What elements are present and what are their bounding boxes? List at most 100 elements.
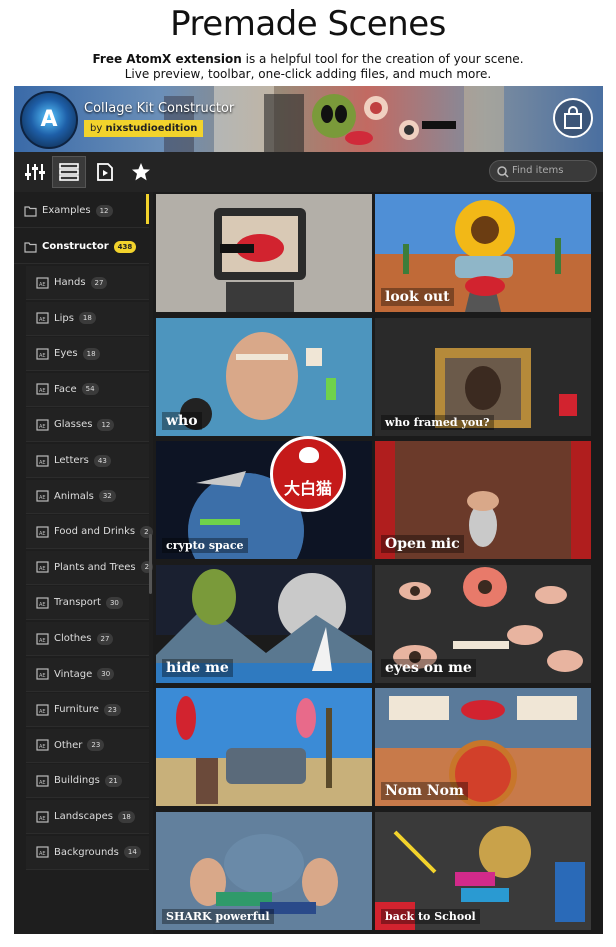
author-badge[interactable]: by nixstudioedition	[84, 120, 204, 137]
count-badge: 14	[123, 846, 141, 859]
sidebar-item-other[interactable]: AE Other 23	[26, 728, 149, 763]
shop-bag-button[interactable]	[553, 98, 593, 138]
sidebar-item-label: Landscapes	[54, 811, 113, 822]
list-view-icon	[59, 163, 79, 181]
scene-thumbnail-nom-nom-pizza[interactable]: Nom Nom	[375, 688, 591, 806]
watermark-stamp: 大白猫	[270, 436, 346, 512]
search-input[interactable]: Find items	[489, 160, 597, 182]
sidebar-item-label: Transport	[54, 597, 101, 609]
count-badge: 32	[98, 490, 116, 503]
sidebar-item-landscapes[interactable]: AE Landscapes 18	[26, 800, 149, 834]
scene-thumbnail-sunflower-car-road[interactable]: look out	[375, 194, 591, 312]
scene-thumbnail-open-mic[interactable]: Open mic	[375, 441, 591, 559]
svg-text:AE: AE	[39, 282, 46, 288]
banner-collage-image	[164, 86, 504, 152]
active-indicator	[146, 194, 149, 224]
sidebar-item-label: Examples	[42, 205, 91, 216]
ae-file-icon: AE	[36, 810, 49, 823]
logo-mark-icon: A	[40, 107, 58, 132]
sidebar-item-label: Glasses	[54, 419, 93, 431]
atomx-logo: A	[20, 91, 78, 149]
favorites-button[interactable]	[124, 156, 158, 188]
ae-file-icon: AE	[36, 739, 49, 751]
list-view-button[interactable]	[52, 156, 86, 188]
sidebar-item-hands[interactable]: AE Hands 27	[26, 266, 149, 300]
scene-caption: who	[162, 411, 202, 430]
svg-text:AE: AE	[39, 531, 46, 537]
scene-caption: SHARK powerful	[162, 908, 274, 924]
sidebar-item-clothes[interactable]: AE Clothes 27	[26, 622, 149, 656]
scene-thumbnail-letters-face-collage[interactable]: who	[156, 317, 372, 436]
ae-file-icon: AE	[36, 454, 49, 467]
folder-icon	[24, 205, 37, 217]
sidebar-item-transport[interactable]: AE Transport 30	[26, 586, 149, 621]
shopping-bag-icon	[564, 106, 582, 129]
sidebar-item-animals[interactable]: AE Animals 32	[26, 479, 149, 514]
sidebar-item-label: Letters	[54, 455, 89, 466]
sidebar-scrollbar[interactable]	[149, 534, 152, 594]
scene-caption: look out	[381, 288, 454, 306]
sidebar-item-label: Food and Drinks	[54, 526, 136, 538]
sidebar-item-label: Face	[54, 383, 77, 395]
sidebar-item-eyes[interactable]: AE Eyes 18	[26, 337, 149, 372]
scene-thumbnail-shark-powerful[interactable]: SHARK powerful	[156, 811, 372, 930]
scene-caption: Open mic	[381, 535, 464, 553]
author-prefix: by	[90, 123, 106, 134]
svg-text:AE: AE	[39, 353, 46, 359]
svg-text:AE: AE	[39, 638, 46, 644]
sidebar-item-face[interactable]: AE Face 54	[26, 372, 149, 407]
svg-text:AE: AE	[39, 744, 46, 750]
toolbar: Find items	[14, 152, 603, 192]
sidebar-item-label: Furniture	[54, 704, 99, 716]
sidebar-item-letters[interactable]: AE Letters 43	[26, 444, 149, 478]
ae-file-icon: AE	[36, 561, 49, 573]
scene-caption: Nom Nom	[381, 782, 468, 800]
scene-caption: eyes on me	[381, 658, 476, 677]
sidebar-item-glasses[interactable]: AE Glasses 12	[26, 408, 149, 443]
scene-caption: back to School	[381, 908, 480, 924]
sidebar-item-buildings[interactable]: AE Buildings 21	[26, 764, 149, 799]
count-badge: 27	[96, 632, 114, 645]
count-badge: 30	[105, 596, 123, 609]
scene-thumbnail-who-framed-you[interactable]: who framed you?	[375, 317, 591, 436]
sliders-button[interactable]	[18, 156, 52, 188]
count-badge: 54	[81, 383, 99, 396]
sidebar-item-backgrounds[interactable]: AE Backgrounds 14	[26, 835, 149, 870]
svg-text:AE: AE	[39, 317, 46, 323]
count-badge: 18	[82, 347, 100, 360]
sidebar-item-examples[interactable]: Examples 12	[14, 194, 149, 228]
svg-text:AE: AE	[39, 602, 46, 608]
ae-file-icon: AE	[36, 490, 49, 502]
search-icon	[497, 166, 509, 178]
sidebar-item-plants-and-trees[interactable]: AE Plants and Trees 2	[26, 550, 154, 585]
preview-button[interactable]	[88, 156, 122, 188]
ae-file-icon: AE	[36, 846, 49, 858]
scene-thumbnail-eyes-on-me[interactable]: eyes on me	[375, 564, 591, 683]
sidebar-item-furniture[interactable]: AE Furniture 23	[26, 693, 149, 728]
scene-thumbnail-hide-me-alien[interactable]: hide me	[156, 564, 372, 683]
category-sidebar: Examples 12 Constructor 438 AE Hands 27 AE Lips 1…	[14, 192, 154, 934]
sidebar-item-label: Plants and Trees	[54, 561, 136, 573]
scene-thumbnail-tv-head-collage[interactable]	[156, 194, 372, 312]
sidebar-item-label: Animals	[54, 490, 94, 502]
sidebar-item-lips[interactable]: AE Lips 18	[26, 301, 149, 336]
scene-caption: crypto space	[162, 538, 248, 553]
search-placeholder: Find items	[512, 165, 564, 176]
page: Premade Scenes Free AtomX extension is a…	[0, 0, 616, 947]
sidebar-item-vintage[interactable]: AE Vintage 30	[26, 657, 149, 692]
sidebar-item-label: Constructor	[42, 241, 109, 252]
scene-image	[156, 688, 372, 806]
extension-panel: A Collage Kit Constructor by nixstudioed…	[14, 86, 603, 934]
scene-thumbnail-back-to-school[interactable]: back to School	[375, 811, 591, 930]
svg-text:AE: AE	[39, 851, 46, 857]
count-badge: 23	[87, 739, 105, 752]
folder-icon	[24, 241, 37, 253]
sidebar-item-constructor[interactable]: Constructor 438	[14, 230, 149, 264]
sidebar-item-food-and-drinks[interactable]: AE Food and Drinks 2	[26, 515, 153, 550]
sidebar-item-label: Backgrounds	[54, 846, 119, 858]
sliders-icon	[25, 164, 45, 180]
count-badge: 27	[90, 276, 108, 289]
count-badge: 43	[93, 454, 111, 467]
scene-thumbnail-parrots-sofa[interactable]	[156, 688, 372, 806]
count-badge: 21	[104, 774, 122, 787]
